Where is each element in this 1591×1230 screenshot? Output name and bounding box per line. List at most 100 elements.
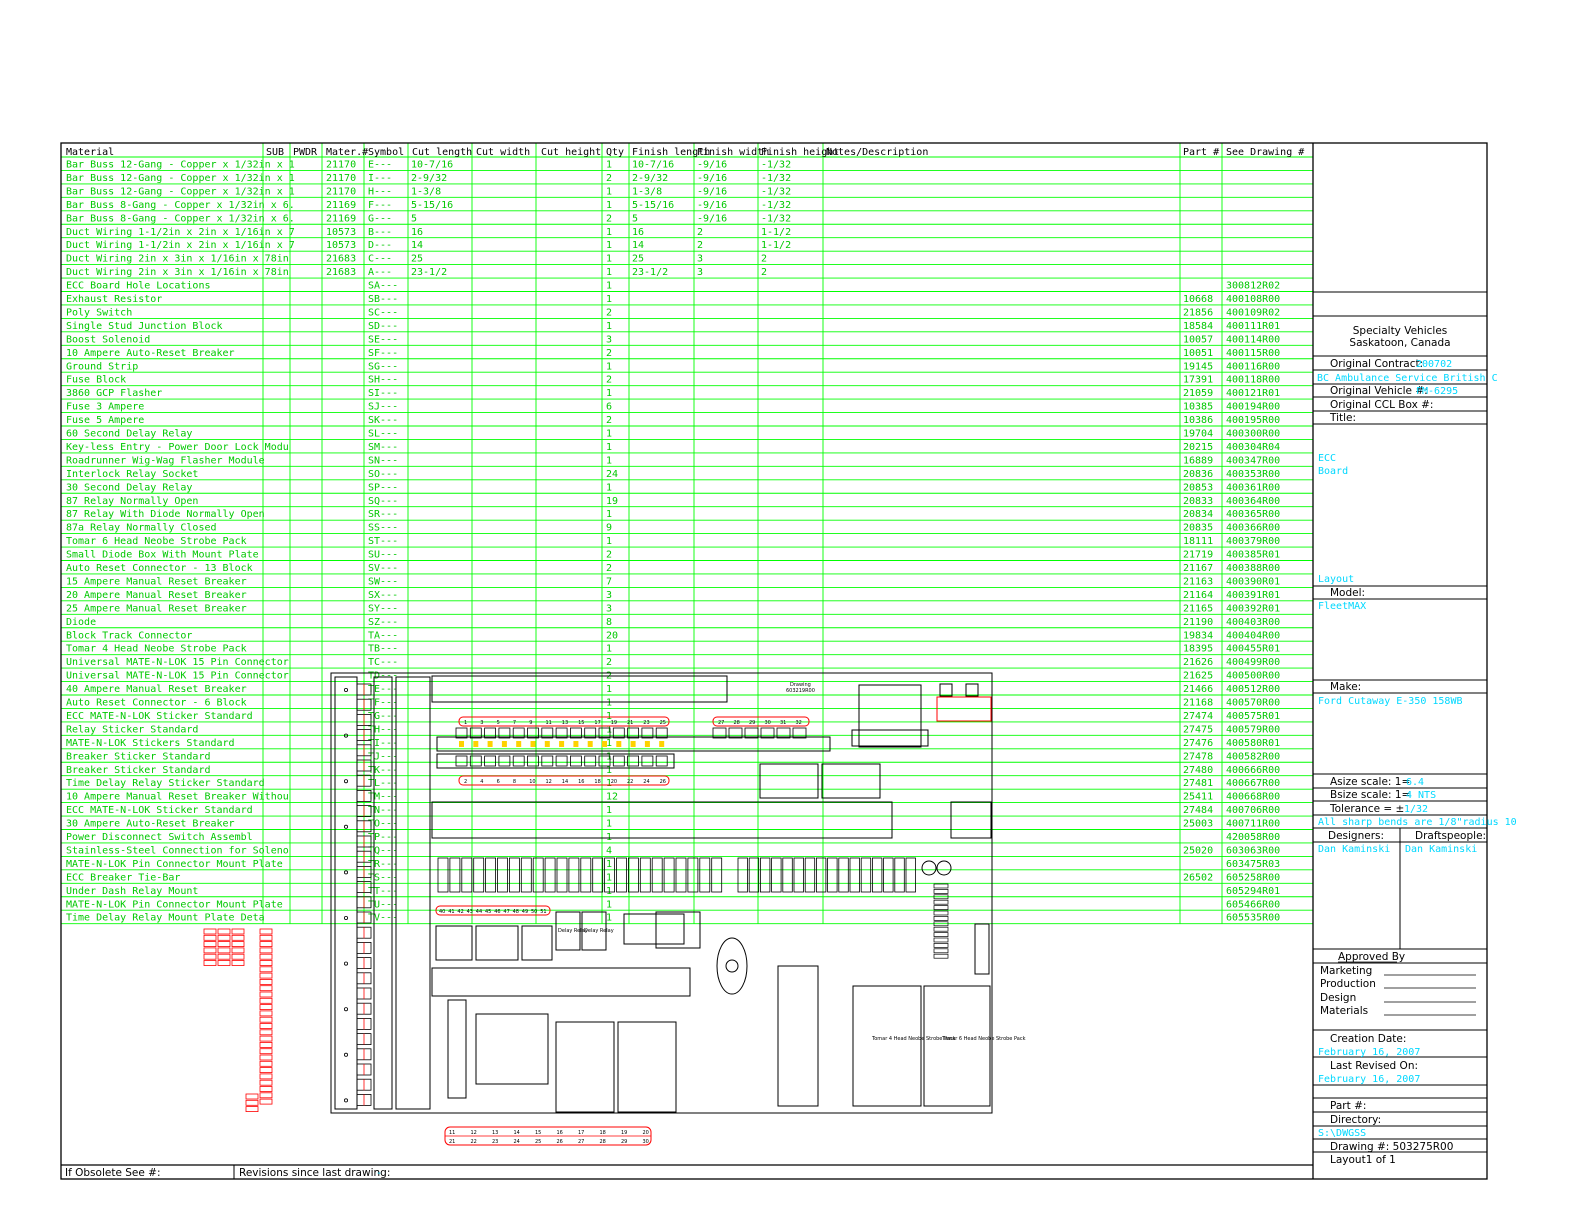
bom-cell-qty: 3 (606, 590, 612, 601)
bom-cell-symbol: SV--- (368, 563, 398, 574)
original-vehicle-value: FM-6295 (1416, 386, 1458, 397)
bom-cell-drawing: 400575R01 (1226, 711, 1280, 722)
bom-cell-drawing: 605466R00 (1226, 899, 1280, 910)
bom-cell-drawing: 400366R00 (1226, 523, 1280, 534)
bom-cell-drawing: 400118R00 (1226, 375, 1280, 386)
bom-cell-qty: 3 (606, 334, 612, 345)
bom-cell-material: Stainless-Steel Connection for Soleno (66, 845, 289, 856)
terminal-number: 20 (643, 1130, 649, 1136)
approval-production: Production (1320, 978, 1376, 990)
bom-cell-drawing: 400582R00 (1226, 751, 1280, 762)
relay-number: 31 (780, 720, 786, 726)
bom-cell-qty: 1 (606, 281, 612, 292)
header-cut-height: Cut height (541, 147, 601, 158)
relay-number: 6 (497, 779, 500, 785)
bom-cell-qty: 1 (606, 482, 612, 493)
bom-cell-drawing: 400404R00 (1226, 630, 1280, 641)
terminal-number: 14 (514, 1130, 520, 1136)
bom-cell-part: 10385 (1183, 402, 1213, 413)
bom-cell-drawing: 400121R01 (1226, 388, 1280, 399)
bom-cell-part: 21625 (1183, 671, 1213, 682)
bom-cell-qty: 1 (606, 442, 612, 453)
bom-cell-material: Auto Reset Connector - 6 Block (66, 698, 247, 709)
bom-cell-symbol: SI--- (368, 388, 398, 399)
bom-cell-cut-length: 2-9/32 (411, 173, 447, 184)
bom-cell-drawing: 400580R01 (1226, 738, 1280, 749)
bom-cell-symbol: SE--- (368, 334, 398, 345)
bom-cell-symbol: SZ--- (368, 617, 398, 628)
directory-label: Directory: (1330, 1114, 1381, 1126)
terminal-number: 18 (600, 1130, 606, 1136)
bom-cell-qty: 1 (606, 819, 612, 830)
terminal-number: 22 (471, 1139, 477, 1145)
fuse-number: 42 (457, 909, 463, 915)
revisions-label: Revisions since last drawing: (239, 1167, 390, 1179)
relay-number: 20 (611, 779, 617, 785)
bom-cell-symbol: D--- (368, 240, 392, 251)
relay-terminal (530, 741, 536, 747)
relay-number: 21 (627, 720, 633, 726)
bom-cell-finish-height: -1/32 (761, 186, 791, 197)
layout-number: Layout1 of 1 (1330, 1154, 1396, 1166)
relay-number: 3 (480, 720, 483, 726)
tolerance-value: 1/32 (1404, 804, 1428, 815)
bom-cell-cut-length: 5 (411, 213, 417, 224)
relay-number: 2 (464, 779, 467, 785)
bom-cell-part: 21190 (1183, 617, 1213, 628)
bom-row: Duct Wiring 2in x 3in x 1/16in x 78in 216… (66, 267, 767, 278)
bom-cell-mater: 21169 (326, 200, 356, 211)
bom-cell-drawing: 400500R00 (1226, 671, 1280, 682)
bom-cell-cut-length: 14 (411, 240, 423, 251)
bom-cell-qty: 2 (606, 173, 612, 184)
bom-cell-symbol: TE--- (368, 684, 398, 695)
bom-cell-drawing: 400391R01 (1226, 590, 1280, 601)
fuse-number: 45 (485, 909, 491, 915)
bom-cell-symbol: SF--- (368, 348, 398, 359)
bom-cell-material: Key-less Entry - Power Door Lock Modu (66, 442, 289, 453)
bom-cell-symbol: SD--- (368, 321, 398, 332)
relay-terminal (516, 741, 522, 747)
bom-cell-symbol: TL--- (368, 778, 398, 789)
fuse-number: 48 (513, 909, 519, 915)
bom-cell-drawing: 400512R00 (1226, 684, 1280, 695)
relay-number: 14 (562, 779, 568, 785)
bom-cell-drawing: 400706R00 (1226, 805, 1280, 816)
bom-cell-qty: 1 (606, 254, 612, 265)
bom-cell-qty: 19 (606, 496, 618, 507)
approved-by-label: Approved By (1338, 951, 1405, 963)
relay-number: 10 (529, 779, 535, 785)
bom-cell-qty: 1 (606, 388, 612, 399)
fuse-number: 46 (494, 909, 500, 915)
bom-cell-symbol: SW--- (368, 576, 398, 587)
bom-cell-drawing: 400570R00 (1226, 698, 1280, 709)
bom-cell-part: 27474 (1183, 711, 1213, 722)
bom-cell-part: 21168 (1183, 698, 1213, 709)
creation-date-label: Creation Date: (1330, 1033, 1406, 1045)
bom-cell-mater: 21683 (326, 254, 356, 265)
bom-cell-symbol: C--- (368, 254, 392, 265)
relay-number: 9 (529, 720, 532, 726)
drawing-sheet: Material SUB PWDR Mater.# Symbol Cut len… (0, 0, 1591, 1230)
terminal-number: 16 (557, 1130, 563, 1136)
relay-number: 30 (765, 720, 771, 726)
relay-terminal (659, 741, 665, 747)
bom-cell-qty: 12 (606, 792, 618, 803)
bom-cell-material: Duct Wiring 2in x 3in x 1/16in x 78in (66, 254, 289, 265)
bom-cell-qty: 1 (606, 429, 612, 440)
creation-date-value: February 16, 2007 (1318, 1047, 1420, 1058)
bom-cell-symbol: SM--- (368, 442, 398, 453)
bom-cell-material: Breaker Sticker Standard (66, 765, 211, 776)
bom-cell-qty: 2 (606, 550, 612, 561)
terminal-number: 15 (535, 1130, 541, 1136)
bom-cell-qty: 2 (606, 348, 612, 359)
bom-cell-symbol: SP--- (368, 482, 398, 493)
bom-cell-symbol: SO--- (368, 469, 398, 480)
terminal-number: 21 (449, 1139, 455, 1145)
bom-cell-material: Bar Buss 12-Gang - Copper x 1/32in x 1 (66, 173, 295, 184)
bom-cell-finish-width: 3 (697, 254, 703, 265)
strobe-label-2: Tomar 6 Head Neobe Strobe Pack (941, 1036, 1026, 1042)
bom-cell-finish-length: 1-3/8 (632, 186, 662, 197)
bom-cell-material: Tomar 4 Head Neobe Strobe Pack (66, 644, 247, 655)
bom-cell-part: 27480 (1183, 765, 1213, 776)
fuse-number: 49 (522, 909, 528, 915)
